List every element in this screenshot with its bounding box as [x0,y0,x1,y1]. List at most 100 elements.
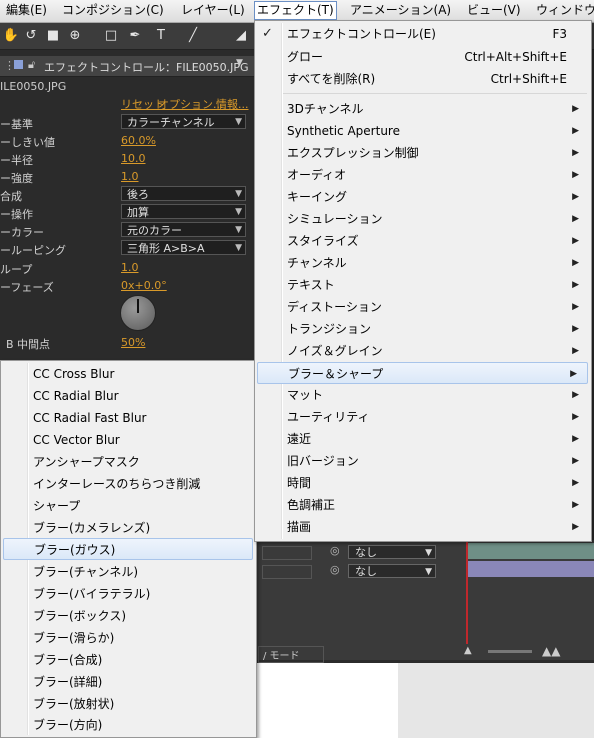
parent-pickwhip-icon[interactable]: ◎ [330,544,340,557]
menu-item-remove-all[interactable]: すべてを削除(R) Ctrl+Shift+E [255,68,589,90]
menu-layer[interactable]: レイヤー(L) [181,2,245,19]
menu-item[interactable]: ブラー(チャンネル) [1,561,254,583]
camera-tool-icon[interactable]: ■ [44,27,62,45]
menu-category[interactable]: 旧バージョン ▶ [255,450,589,472]
menu-item-highlighted[interactable]: ブラー(ガウス) [3,538,253,560]
menu-item[interactable]: ブラー(ボックス) [1,605,254,627]
menu-category[interactable]: テキスト ▶ [255,274,589,296]
chevron-right-icon: ▶ [572,302,579,312]
menu-category[interactable]: 遠近 ▶ [255,428,589,450]
menu-item[interactable]: ブラー(バイラテラル) [1,583,254,605]
options-link[interactable]: オプション... [158,96,224,112]
menu-category[interactable]: マット ▶ [255,384,589,406]
switches-cell[interactable] [262,565,312,579]
menu-item[interactable]: シャープ [1,495,254,517]
zoom-in-icon[interactable]: ▲▲ [542,644,560,658]
layer-bar[interactable] [466,543,594,559]
menu-item[interactable]: CC Radial Blur [1,385,254,407]
param-label: ー基準 [0,118,33,131]
mode-toggle[interactable]: / モード [258,646,324,663]
menu-category[interactable]: キーイング ▶ [255,186,589,208]
rectangle-tool-icon[interactable]: □ [102,27,120,45]
type-tool-icon[interactable]: T [152,27,170,45]
param-value[interactable]: 1.0 [121,170,139,183]
menu-category[interactable]: Synthetic Aperture ▶ [255,120,589,142]
menu-category[interactable]: 3Dチャンネル ▶ [255,98,589,120]
menu-item-label: CC Vector Blur [33,433,120,447]
param-value[interactable]: 10.0 [121,152,146,165]
menu-category[interactable]: スタイライズ ▶ [255,230,589,252]
menu-item[interactable]: インターレースのちらつき削減 [1,473,254,495]
brush-tool-icon[interactable]: ╱ [184,27,202,45]
menu-item-label: ディストーション [287,300,382,314]
menu-item[interactable]: ブラー(詳細) [1,671,254,693]
parent-dropdown[interactable]: なし ▼ [348,564,436,578]
param-row: ー基準 カラーチャンネル ▼ [0,114,252,132]
menu-item[interactable]: CC Cross Blur [1,363,254,385]
pen-tool-icon[interactable]: ✒ [126,27,144,45]
menu-effect[interactable]: エフェクト(T) [254,1,337,20]
menu-category[interactable]: ノイズ＆グレイン ▶ [255,340,589,362]
menu-category[interactable]: チャンネル ▶ [255,252,589,274]
param-value[interactable]: 0x+0.0° [121,279,167,292]
menu-category[interactable]: トランジション ▶ [255,318,589,340]
menu-category[interactable]: ディストーション ▶ [255,296,589,318]
chevron-down-icon[interactable]: ▼ [236,58,243,68]
param-dropdown[interactable]: 元のカラー ▼ [121,222,246,237]
menu-item-label: 旧バージョン [287,454,359,468]
current-time-indicator[interactable] [466,540,468,644]
parent-dropdown[interactable]: なし ▼ [348,545,436,559]
menu-item[interactable]: CC Vector Blur [1,429,254,451]
menu-item[interactable]: ブラー(合成) [1,649,254,671]
menu-item[interactable]: ブラー(滑らか) [1,627,254,649]
effect-controls-tab[interactable]: ⋮ 🔓︎ エフェクトコントロール：FILE0050.JPG ▼ [0,56,260,77]
zoom-out-icon[interactable]: ▲ [464,645,472,656]
param-dropdown[interactable]: 後ろ ▼ [121,186,246,201]
param-dropdown[interactable]: 三角形 A>B>A ▼ [121,240,246,255]
menu-item[interactable]: アンシャープマスク [1,451,254,473]
param-value[interactable]: 60.0% [121,134,156,147]
switches-cell[interactable] [262,546,312,560]
menu-category[interactable]: オーディオ ▶ [255,164,589,186]
param-dropdown[interactable]: カラーチャンネル ▼ [121,114,246,129]
layer-bar[interactable] [466,561,594,577]
phase-dial[interactable] [120,295,156,331]
eraser-tool-icon[interactable]: ◢ [232,27,250,45]
chevron-right-icon: ▶ [570,369,577,379]
param-value[interactable]: 50% [121,336,145,349]
menu-category[interactable]: シミュレーション ▶ [255,208,589,230]
lock-icon[interactable]: 🔓︎ [28,58,35,72]
menu-item-label: ブラー(チャンネル) [33,565,139,579]
info-link[interactable]: 情報... [216,96,249,112]
menu-item-label: ノイズ＆グレイン [287,344,383,358]
menu-item[interactable]: CC Radial Fast Blur [1,407,254,429]
hand-tool-icon[interactable]: ✋ [2,27,20,45]
menu-category[interactable]: エクスプレッション制御 ▶ [255,142,589,164]
menu-item[interactable]: ブラー(放射状) [1,693,254,715]
menu-item[interactable]: ブラー(方向) [1,714,254,736]
dropdown-value: なし [355,565,377,578]
zoom-slider[interactable] [488,650,532,653]
param-label: ー強度 [0,172,33,185]
menu-item-effect-controls[interactable]: ✓ エフェクトコントロール(E) F3 [255,23,589,45]
param-value[interactable]: 1.0 [121,261,139,274]
menu-window[interactable]: ウィンドウ [536,2,594,19]
menu-animation[interactable]: アニメーション(A) [350,2,451,19]
menu-category[interactable]: 描画 ▶ [255,516,589,538]
layer-color-icon [14,60,23,69]
param-row: ー操作 加算 ▼ [0,204,252,222]
param-dropdown[interactable]: 加算 ▼ [121,204,246,219]
rotate-tool-icon[interactable]: ↺ [22,27,40,45]
menu-category[interactable]: 色調補正 ▶ [255,494,589,516]
menu-composition[interactable]: コンポジション(C) [62,2,164,19]
pan-behind-icon[interactable]: ⊕ [66,27,84,45]
menu-category[interactable]: ユーティリティ ▶ [255,406,589,428]
menu-category-highlighted[interactable]: ブラー＆シャープ ▶ [257,362,588,384]
menu-view[interactable]: ビュー(V) [467,2,521,19]
menu-category[interactable]: 時間 ▶ [255,472,589,494]
parent-pickwhip-icon[interactable]: ◎ [330,563,340,576]
menu-edit[interactable]: 編集(E) [6,2,47,19]
dropdown-value: 三角形 A>B>A [127,242,205,255]
menu-item-glow[interactable]: グロー Ctrl+Alt+Shift+E [255,46,589,68]
menu-item[interactable]: ブラー(カメラレンズ) [1,517,254,539]
